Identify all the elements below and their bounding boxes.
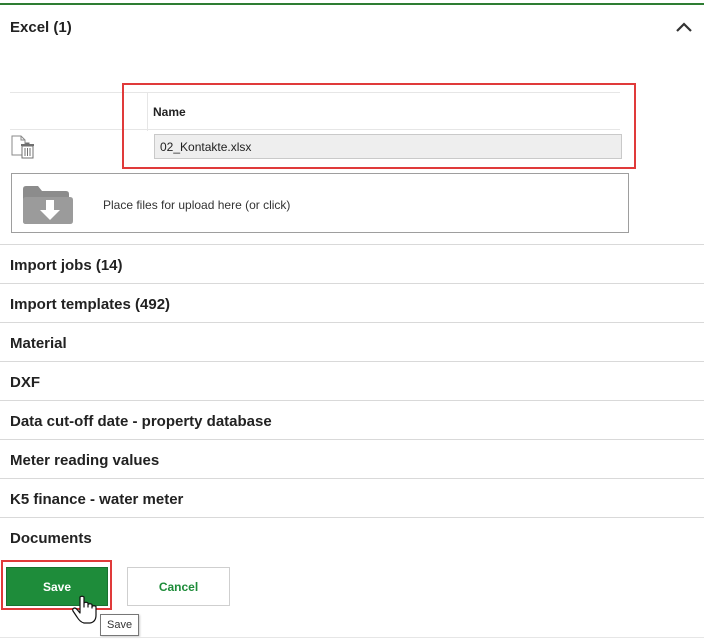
bottom-divider: [0, 637, 704, 638]
excel-section-header[interactable]: Excel (1): [0, 5, 704, 43]
table-row: [10, 130, 622, 164]
folder-download-icon: [23, 186, 73, 224]
upload-instruction: Place files for upload here (or click): [103, 198, 291, 212]
section-k5-finance-water-meter[interactable]: K5 finance - water meter: [0, 478, 704, 517]
upload-dropzone[interactable]: Place files for upload here (or click): [11, 173, 629, 233]
section-label: DXF: [10, 374, 40, 391]
file-delete-icon[interactable]: [10, 134, 36, 160]
section-label: Import jobs (14): [10, 257, 123, 274]
column-divider: [147, 93, 148, 131]
section-documents[interactable]: Documents: [0, 517, 704, 556]
name-column-header: Name: [153, 105, 186, 119]
section-material[interactable]: Material: [0, 322, 704, 361]
section-dxf[interactable]: DXF: [0, 361, 704, 400]
section-label: Meter reading values: [10, 452, 160, 469]
section-label: Data cut-off date - property database: [10, 413, 272, 430]
chevron-up-icon[interactable]: [673, 19, 695, 35]
file-name-field[interactable]: [154, 134, 622, 159]
table-header-row: Name: [10, 92, 620, 131]
section-label: K5 finance - water meter: [10, 491, 184, 508]
hand-cursor-icon: [72, 595, 97, 624]
save-tooltip: Save: [100, 614, 140, 636]
section-label: Material: [10, 335, 67, 352]
section-meter-reading-values[interactable]: Meter reading values: [0, 439, 704, 478]
section-label: Documents: [10, 530, 92, 547]
section-import-templates[interactable]: Import templates (492): [0, 283, 704, 322]
cancel-button[interactable]: Cancel: [127, 567, 230, 606]
section-import-jobs[interactable]: Import jobs (14): [0, 244, 704, 283]
section-data-cutoff-date[interactable]: Data cut-off date - property database: [0, 400, 704, 439]
excel-section-title: Excel (1): [10, 19, 72, 36]
section-label: Import templates (492): [10, 296, 171, 313]
